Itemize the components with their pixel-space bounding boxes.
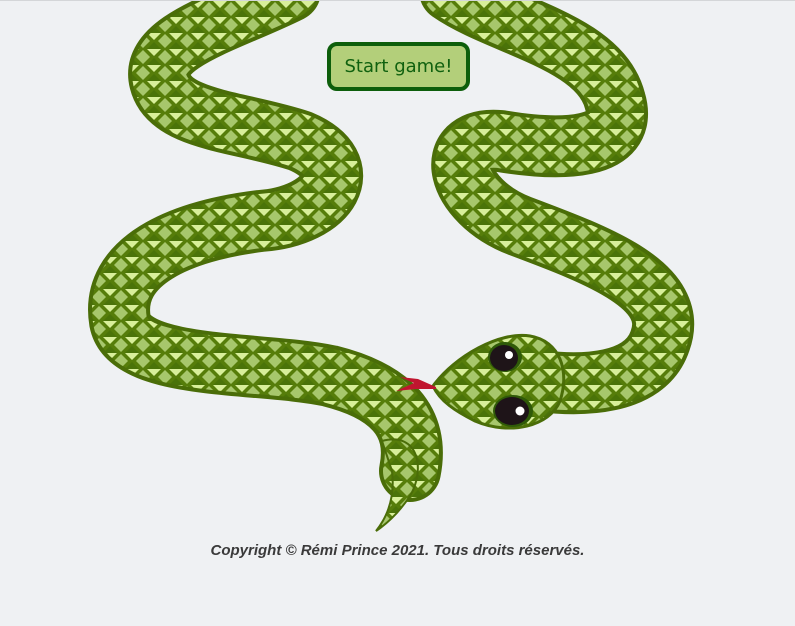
snake-illustration [88,1,694,532]
copyright-text: Copyright © Rémi Prince 2021. Tous droit… [210,542,585,559]
start-game-button[interactable]: Start game! [327,42,470,91]
snake-eye-bottom [493,395,533,427]
snake-eye-top [488,342,522,372]
